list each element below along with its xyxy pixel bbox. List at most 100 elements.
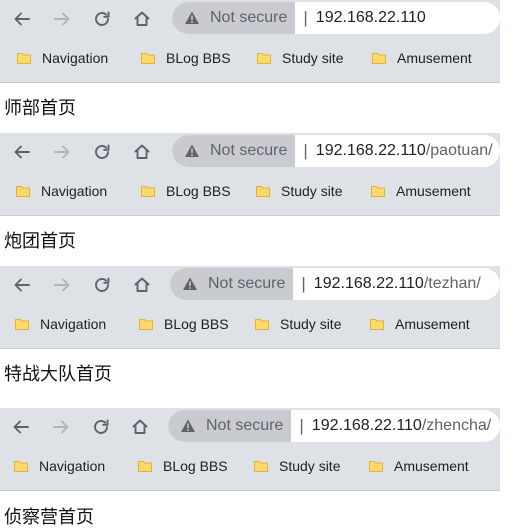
bookmarks-bar: Navigation BLog BBS Study site Amusement [0, 175, 500, 207]
bookmark-label: Study site [279, 458, 341, 474]
bookmark-blog-bbs[interactable]: BLog BBS [140, 46, 231, 70]
back-button[interactable] [8, 138, 36, 166]
home-button[interactable] [128, 138, 156, 166]
bookmark-label: Amusement [395, 316, 470, 332]
home-button[interactable] [128, 5, 156, 33]
bookmark-label: Amusement [397, 50, 472, 66]
forward-button[interactable] [48, 271, 76, 299]
separator: | [303, 8, 308, 27]
arrow-left-icon [14, 12, 30, 26]
warning-triangle-icon [181, 419, 195, 432]
bookmark-study-site[interactable]: Study site [255, 179, 342, 203]
bookmark-label: Navigation [40, 316, 107, 332]
not-secure-label: Not secure [206, 417, 284, 434]
arrow-right-icon [54, 145, 70, 159]
arrow-right-icon [53, 420, 69, 434]
bookmark-study-site[interactable]: Study site [254, 312, 341, 336]
bookmark-label: BLog BBS [166, 183, 231, 199]
back-button[interactable] [8, 271, 36, 299]
url-path: /paotuan/ [425, 142, 493, 159]
security-chip[interactable]: Not secure [172, 135, 296, 167]
bookmark-label: Navigation [42, 50, 109, 66]
folder-icon [141, 186, 155, 197]
bookmark-navigation[interactable]: Navigation [15, 179, 107, 203]
folder-icon [14, 461, 28, 472]
reload-button[interactable] [88, 271, 116, 299]
warning-triangle-icon [185, 11, 199, 24]
bookmark-amusement[interactable]: Amusement [371, 46, 472, 70]
back-button[interactable] [7, 413, 35, 441]
url-host: 192.168.22.110 [315, 9, 426, 26]
not-secure-label: Not secure [210, 142, 288, 159]
reload-button[interactable] [87, 413, 115, 441]
browser-window-3: Not secure | 192.168.22.110/tezhan/ Navi… [0, 266, 500, 349]
bookmark-amusement[interactable]: Amusement [368, 454, 469, 478]
folder-icon [371, 186, 385, 197]
bookmark-study-site[interactable]: Study site [253, 454, 340, 478]
security-chip[interactable]: Not secure [168, 410, 292, 442]
bookmark-blog-bbs[interactable]: BLog BBS [138, 312, 229, 336]
address-bar[interactable]: Not secure | 192.168.22.110 [172, 2, 500, 34]
forward-button[interactable] [48, 138, 76, 166]
reload-icon [95, 277, 110, 292]
bookmark-label: BLog BBS [164, 316, 229, 332]
reload-icon [95, 144, 110, 159]
folder-icon [369, 461, 383, 472]
arrow-right-icon [54, 278, 70, 292]
address-bar[interactable]: Not secure | 192.168.22.110/tezhan/ [170, 268, 500, 300]
separator: | [303, 141, 308, 160]
warning-triangle-icon [183, 277, 197, 290]
bookmark-label: Amusement [396, 183, 471, 199]
url-path: /tezhan/ [423, 275, 481, 292]
url-text: 192.168.22.110 [316, 9, 438, 27]
folder-icon [254, 461, 268, 472]
folder-icon [15, 319, 29, 330]
toolbar: Not secure | 192.168.22.110/zhencha/ [0, 408, 500, 446]
reload-button[interactable] [88, 138, 116, 166]
bookmark-label: Study site [281, 183, 343, 199]
not-secure-label: Not secure [210, 9, 288, 26]
address-bar[interactable]: Not secure | 192.168.22.110/paotuan/ [172, 135, 500, 167]
forward-button[interactable] [47, 413, 75, 441]
bookmark-amusement[interactable]: Amusement [369, 312, 470, 336]
folder-icon [138, 461, 152, 472]
bookmark-label: Navigation [39, 458, 106, 474]
back-button[interactable] [8, 5, 36, 33]
bookmark-navigation[interactable]: Navigation [14, 312, 106, 336]
bookmarks-bar: Navigation BLog BBS Study site Amusement [0, 42, 500, 74]
separator: | [301, 274, 306, 293]
bookmark-label: Study site [282, 50, 344, 66]
bookmark-study-site[interactable]: Study site [256, 46, 343, 70]
page-heading: 师部首页 [4, 98, 76, 119]
reload-button[interactable] [88, 5, 116, 33]
bookmark-label: Amusement [394, 458, 469, 474]
folder-icon [16, 186, 30, 197]
url-host: 192.168.22.110 [315, 142, 426, 159]
bookmark-amusement[interactable]: Amusement [370, 179, 471, 203]
url-text: 192.168.22.110/zhencha/ [312, 417, 500, 435]
home-button[interactable] [128, 271, 156, 299]
security-chip[interactable]: Not secure [172, 2, 296, 34]
browser-window-2: Not secure | 192.168.22.110/paotuan/ Nav… [0, 133, 500, 216]
page-heading: 侦察营首页 [4, 507, 94, 528]
bookmarks-bar: Navigation BLog BBS Study site Amusement [0, 450, 500, 482]
browser-window-1: Not secure | 192.168.22.110 Navigation B… [0, 0, 500, 83]
forward-button[interactable] [48, 5, 76, 33]
folder-icon [257, 53, 271, 64]
arrow-left-icon [14, 278, 30, 292]
security-chip[interactable]: Not secure [170, 268, 294, 300]
separator: | [299, 416, 304, 435]
bookmark-navigation[interactable]: Navigation [16, 46, 108, 70]
page-heading: 特战大队首页 [4, 364, 112, 385]
home-button[interactable] [126, 413, 154, 441]
toolbar: Not secure | 192.168.22.110/paotuan/ [0, 133, 500, 171]
warning-triangle-icon [185, 144, 199, 157]
arrow-left-icon [13, 420, 29, 434]
bookmark-navigation[interactable]: Navigation [13, 454, 105, 478]
address-bar[interactable]: Not secure | 192.168.22.110/zhencha/ [168, 410, 500, 442]
bookmark-blog-bbs[interactable]: BLog BBS [137, 454, 228, 478]
arrow-left-icon [14, 145, 30, 159]
folder-icon [255, 319, 269, 330]
folder-icon [372, 53, 386, 64]
bookmark-blog-bbs[interactable]: BLog BBS [140, 179, 231, 203]
